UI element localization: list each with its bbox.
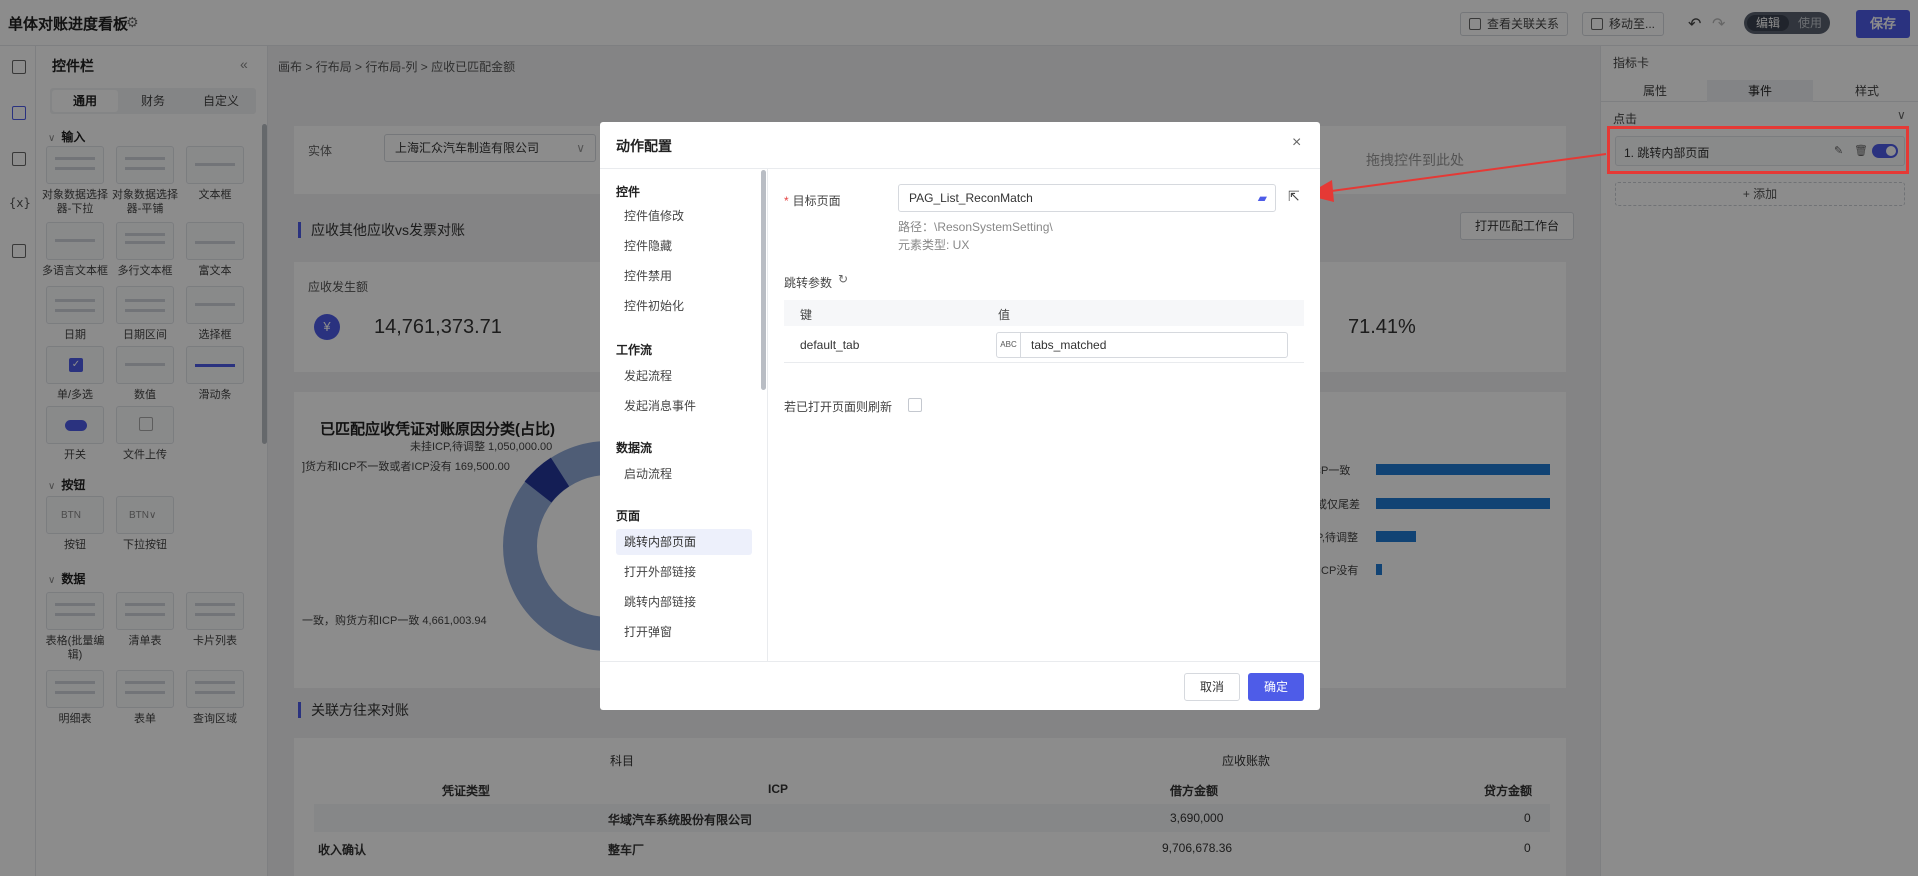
params-label: 跳转参数 bbox=[784, 276, 833, 290]
close-icon[interactable]: × bbox=[1292, 134, 1301, 152]
dialog-title: 动作配置 bbox=[616, 138, 672, 154]
action-type-list: 控件 控件值修改 控件隐藏 控件禁用 控件初始化 工作流 发起流程 发起消息事件… bbox=[600, 169, 768, 661]
param-key: default_tab bbox=[800, 338, 860, 352]
action-message-event[interactable]: 发起消息事件 bbox=[616, 393, 752, 419]
action-internal-link[interactable]: 跳转内部链接 bbox=[616, 589, 752, 615]
element-type-text: 元素类型: UX bbox=[898, 238, 970, 252]
group-workflow: 工作流 bbox=[616, 343, 653, 357]
col-key: 键 bbox=[800, 308, 813, 322]
action-config-dialog: 动作配置 × 控件 控件值修改 控件隐藏 控件禁用 控件初始化 工作流 发起流程… bbox=[600, 122, 1320, 710]
action-control-value[interactable]: 控件值修改 bbox=[616, 203, 752, 229]
group-page: 页面 bbox=[616, 509, 641, 523]
text-type-icon[interactable]: ABC bbox=[997, 333, 1021, 357]
action-open-popup[interactable]: 打开弹窗 bbox=[616, 619, 752, 645]
group-dataflow: 数据流 bbox=[616, 441, 653, 455]
action-external-link[interactable]: 打开外部链接 bbox=[616, 559, 752, 585]
path-text: 路径：\ResonSystemSetting\ bbox=[898, 220, 1053, 234]
cancel-button[interactable]: 取消 bbox=[1184, 673, 1240, 701]
confirm-button[interactable]: 确定 bbox=[1248, 673, 1304, 701]
action-start-process[interactable]: 启动流程 bbox=[616, 461, 752, 487]
group-control: 控件 bbox=[616, 185, 641, 199]
col-value: 值 bbox=[998, 308, 1011, 322]
annotation-arrow bbox=[1306, 153, 1607, 202]
params-row: default_tab ABC tabs_matched bbox=[784, 327, 1304, 363]
refresh-if-open-checkbox[interactable] bbox=[908, 398, 922, 412]
refresh-icon[interactable]: ↻ bbox=[838, 272, 848, 286]
params-table-header: 键 值 bbox=[784, 300, 1304, 326]
folder-icon[interactable]: ▰ bbox=[1258, 185, 1267, 211]
share-icon[interactable]: ⇱ bbox=[1288, 188, 1300, 205]
param-value-field[interactable]: ABC tabs_matched bbox=[996, 332, 1288, 358]
dialog-scrollbar[interactable] bbox=[761, 170, 766, 390]
refresh-if-open-label: 若已打开页面则刷新 bbox=[784, 400, 893, 414]
action-start-flow[interactable]: 发起流程 bbox=[616, 363, 752, 389]
highlight-box bbox=[1607, 126, 1909, 174]
target-page-label: * 目标页面 bbox=[784, 194, 841, 208]
action-control-hide[interactable]: 控件隐藏 bbox=[616, 233, 752, 259]
target-page-field[interactable]: PAG_List_ReconMatch ▰ bbox=[898, 184, 1276, 212]
action-control-disable[interactable]: 控件禁用 bbox=[616, 263, 752, 289]
action-internal-page[interactable]: 跳转内部页面 bbox=[616, 529, 752, 555]
action-control-init[interactable]: 控件初始化 bbox=[616, 293, 752, 319]
